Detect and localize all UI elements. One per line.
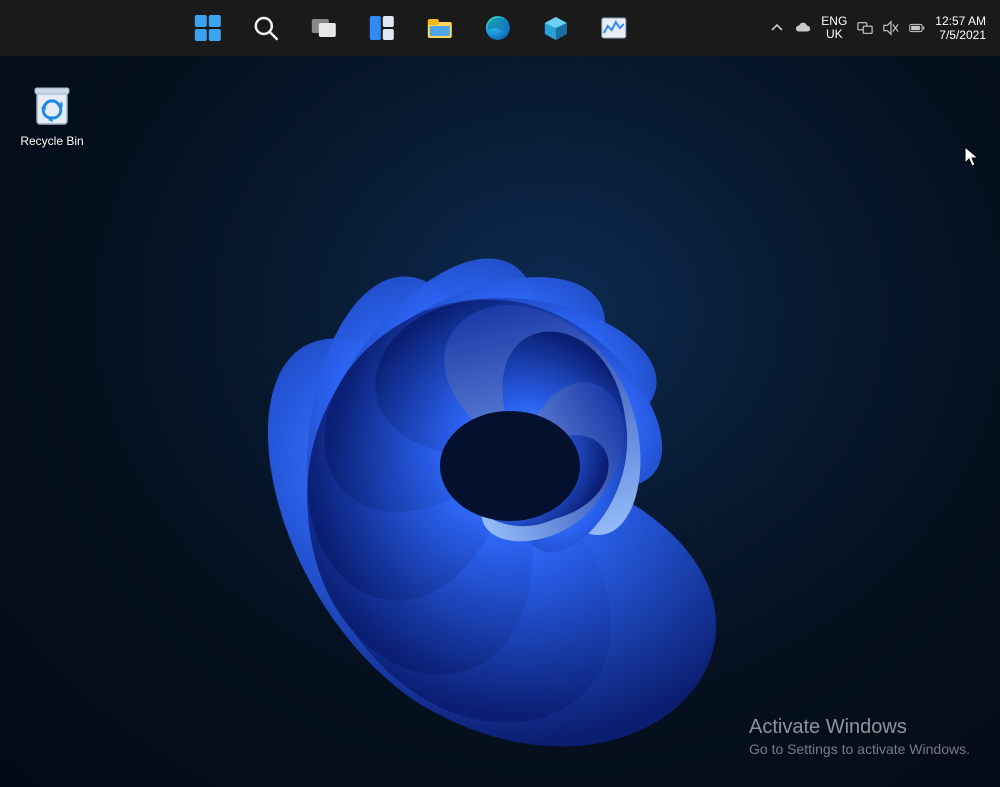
desktop-icon-recycle-bin[interactable]: Recycle Bin bbox=[10, 78, 94, 148]
task-manager-icon bbox=[600, 14, 628, 42]
edge-button[interactable] bbox=[478, 8, 518, 48]
clock-date: 7/5/2021 bbox=[939, 28, 986, 42]
search-button[interactable] bbox=[246, 8, 286, 48]
task-view-button[interactable] bbox=[304, 8, 344, 48]
taskbar-pinned-area bbox=[188, 8, 634, 48]
mouse-cursor bbox=[964, 146, 980, 168]
battery-icon bbox=[909, 22, 925, 34]
recycle-bin-icon bbox=[27, 78, 77, 128]
watermark-line2: Go to Settings to activate Windows. bbox=[749, 741, 970, 757]
file-explorer-button[interactable] bbox=[420, 8, 460, 48]
task-view-icon bbox=[310, 14, 338, 42]
wallpaper-bloom bbox=[0, 56, 1000, 787]
network-icon bbox=[857, 20, 873, 36]
widgets-icon bbox=[368, 14, 396, 42]
language-line2: UK bbox=[826, 28, 843, 41]
desktop-icon-label: Recycle Bin bbox=[10, 134, 94, 148]
task-manager-button[interactable] bbox=[594, 8, 634, 48]
start-icon bbox=[194, 14, 222, 42]
clock[interactable]: 12:57 AM 7/5/2021 bbox=[935, 14, 990, 42]
search-icon bbox=[252, 14, 280, 42]
xbox-icon bbox=[542, 14, 570, 42]
clock-time: 12:57 AM bbox=[935, 14, 986, 28]
volume-muted-icon bbox=[883, 20, 899, 36]
system-tray: ENG UK bbox=[769, 0, 990, 56]
language-indicator[interactable]: ENG UK bbox=[821, 15, 847, 41]
onedrive-tray[interactable] bbox=[795, 20, 811, 36]
battery-tray[interactable] bbox=[909, 20, 925, 36]
chevron-up-icon bbox=[770, 21, 784, 35]
file-explorer-icon bbox=[426, 14, 454, 42]
start-button[interactable] bbox=[188, 8, 228, 48]
activation-watermark: Activate Windows Go to Settings to activ… bbox=[749, 716, 970, 757]
taskbar: ENG UK bbox=[0, 0, 1000, 56]
xbox-button[interactable] bbox=[536, 8, 576, 48]
edge-icon bbox=[484, 14, 512, 42]
widgets-button[interactable] bbox=[362, 8, 402, 48]
volume-tray[interactable] bbox=[883, 20, 899, 36]
desktop[interactable]: Recycle Bin Activate Windows Go to Setti… bbox=[0, 56, 1000, 787]
cloud-icon bbox=[795, 22, 811, 34]
tray-overflow-button[interactable] bbox=[769, 20, 785, 36]
watermark-line1: Activate Windows bbox=[749, 716, 970, 739]
network-tray[interactable] bbox=[857, 20, 873, 36]
